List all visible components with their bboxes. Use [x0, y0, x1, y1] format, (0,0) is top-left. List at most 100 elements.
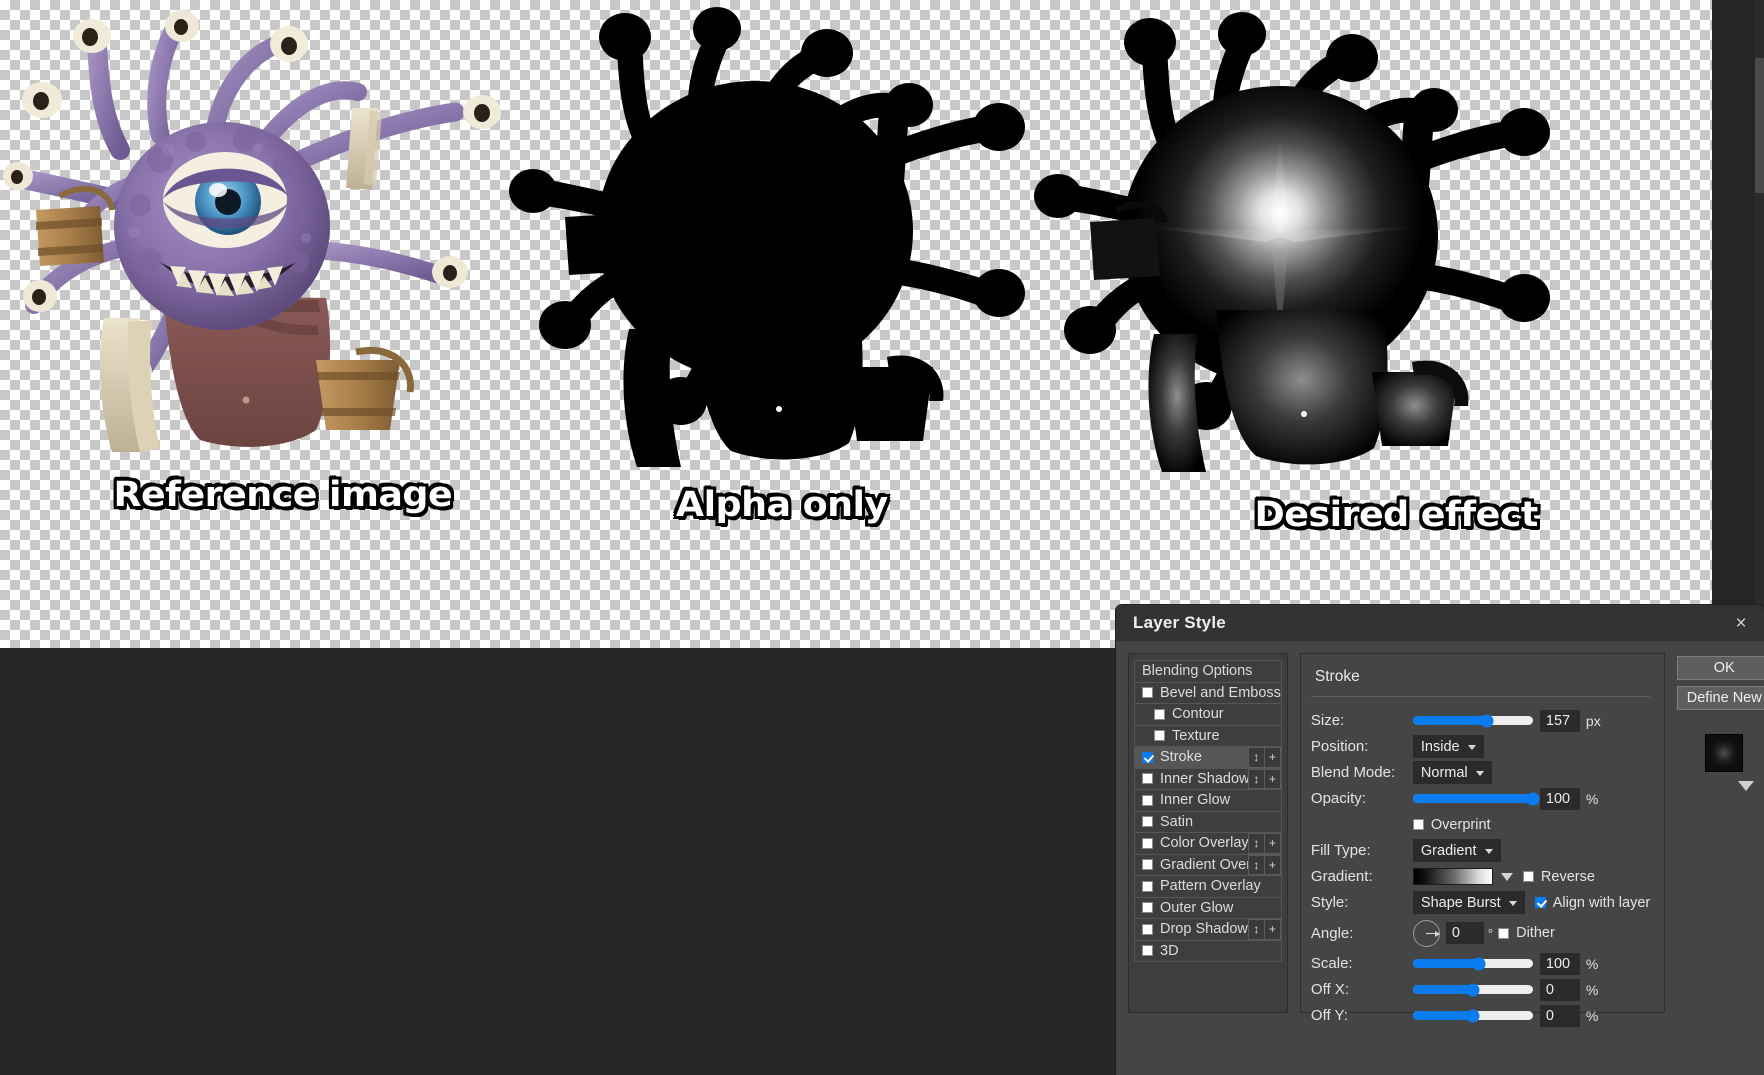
gradient-style-label: Style: [1310, 894, 1349, 911]
effect-checkbox-inner-glow[interactable] [1142, 794, 1153, 806]
effect-checkbox-3d[interactable] [1142, 945, 1153, 957]
align-with-layer-checkbox[interactable]: Align with layer [1534, 894, 1651, 911]
effect-checkbox-contour[interactable] [1154, 708, 1165, 720]
opacity-row: Opacity: 100 % [1311, 786, 1650, 811]
dither-checkbox[interactable]: Dither [1498, 925, 1555, 941]
effect-checkbox-bevel-and-emboss[interactable] [1142, 687, 1153, 699]
size-input[interactable]: 157 [1539, 709, 1580, 732]
figure-alpha-only: Alpha only [505, 5, 1025, 535]
effect-row-buttons: ↕ + [1247, 768, 1281, 789]
fill-type-select[interactable]: Gradient [1412, 839, 1501, 862]
effect-checkbox-inner-shadow[interactable] [1142, 773, 1153, 785]
blend-mode-select[interactable]: Normal [1412, 761, 1492, 784]
canvas-vertical-scrollbar[interactable] [1755, 0, 1764, 648]
effect-row-buttons: ↕ + [1247, 919, 1281, 940]
stroke-settings-panel: Stroke Size: 157 px Position: Inside Ble… [1299, 653, 1666, 1027]
effect-label: Inner Shadow [1160, 770, 1250, 787]
position-row: Position: Inside [1311, 734, 1650, 759]
effect-checkbox-satin[interactable] [1142, 816, 1153, 828]
add-effect-icon[interactable]: + [1263, 919, 1281, 940]
blending-options-header[interactable]: Blending Options [1134, 660, 1282, 683]
effect-row-inner-glow[interactable]: Inner Glow [1134, 789, 1282, 812]
beholder-reference-art [3, 10, 501, 452]
add-effect-icon[interactable]: + [1263, 768, 1281, 789]
overprint-row: Overprint [1311, 812, 1650, 837]
angle-dial[interactable] [1412, 919, 1441, 947]
dialog-titlebar[interactable]: Layer Style × [1116, 605, 1764, 641]
beholder-alpha-silhouette [509, 7, 1025, 467]
opacity-slider[interactable] [1412, 792, 1540, 805]
effect-row-inner-shadow[interactable]: Inner Shadow ↕ + [1134, 767, 1282, 790]
reorder-arrows-icon[interactable]: ↕ [1247, 854, 1265, 875]
gradient-style-row: Style: Shape Burst Align with layer [1311, 890, 1650, 915]
dither-checkbox-box[interactable] [1498, 927, 1510, 939]
effect-row-stroke[interactable]: Stroke ↕ + [1134, 746, 1282, 769]
off-x-label: Off X: [1310, 981, 1349, 998]
document-canvas[interactable]: Reference image Alpha only Desired effec… [0, 0, 1712, 648]
scale-input[interactable]: 100 [1539, 952, 1580, 975]
off-y-slider[interactable] [1412, 1009, 1533, 1022]
reorder-arrows-icon[interactable]: ↕ [1247, 747, 1265, 768]
overprint-checkbox[interactable]: Overprint [1412, 817, 1491, 833]
effect-checkbox-drop-shadow[interactable] [1142, 923, 1153, 935]
effect-label: Stroke [1160, 749, 1202, 766]
off-y-input[interactable]: 0 [1539, 1004, 1580, 1027]
scale-slider[interactable] [1412, 957, 1533, 970]
effect-row-texture[interactable]: Texture [1134, 724, 1282, 747]
effect-checkbox-outer-glow[interactable] [1142, 902, 1153, 914]
reorder-arrows-icon[interactable]: ↕ [1247, 919, 1265, 940]
effect-row-bevel-and-emboss[interactable]: Bevel and Emboss [1134, 681, 1282, 704]
ok-button[interactable]: OK [1677, 656, 1764, 680]
effect-row-3d[interactable]: 3D [1134, 939, 1282, 962]
add-effect-icon[interactable]: + [1263, 833, 1281, 854]
blending-options-label: Blending Options [1142, 663, 1253, 680]
effect-row-drop-shadow[interactable]: Drop Shadow ↕ + [1134, 918, 1282, 941]
reorder-arrows-icon[interactable]: ↕ [1247, 768, 1265, 789]
angle-input[interactable]: 0 [1445, 922, 1484, 944]
layer-style-dialog: Layer Style × Blending Options Bevel and… [1116, 605, 1764, 1075]
opacity-label: Opacity: [1310, 790, 1366, 807]
define-new-button[interactable]: Define New [1677, 686, 1764, 710]
fill-type-label: Fill Type: [1310, 842, 1371, 859]
effect-checkbox-texture[interactable] [1154, 730, 1165, 742]
effect-row-contour[interactable]: Contour [1134, 703, 1282, 726]
effect-row-outer-glow[interactable]: Outer Glow [1134, 896, 1282, 919]
dialog-actions-panel: OK Define New [1677, 653, 1764, 1075]
close-icon[interactable]: × [1728, 610, 1754, 636]
reorder-arrows-icon[interactable]: ↕ [1247, 833, 1265, 854]
canvas-scrollbar-thumb[interactable] [1755, 58, 1764, 193]
align-with-layer-label: Align with layer [1552, 894, 1651, 911]
off-x-input[interactable]: 0 [1539, 978, 1580, 1001]
effect-label: Satin [1160, 813, 1194, 830]
preview-expand-chevron-icon[interactable] [1738, 781, 1755, 791]
effect-row-color-overlay[interactable]: Color Overlay ↕ + [1134, 832, 1282, 855]
overprint-checkbox-box[interactable] [1412, 819, 1424, 830]
add-effect-icon[interactable]: + [1263, 747, 1281, 768]
effect-checkbox-gradient-overlay[interactable] [1142, 859, 1153, 871]
effect-row-buttons: ↕ + [1247, 747, 1281, 768]
gradient-swatch[interactable] [1412, 868, 1493, 885]
blend-mode-row: Blend Mode: Normal [1311, 760, 1650, 785]
chevron-down-icon[interactable] [1500, 872, 1513, 881]
effect-checkbox-pattern-overlay[interactable] [1142, 880, 1153, 892]
position-select[interactable]: Inside [1412, 735, 1484, 758]
effect-row-pattern-overlay[interactable]: Pattern Overlay [1134, 875, 1282, 898]
effect-label: 3D [1160, 942, 1179, 959]
opacity-input[interactable]: 100 [1539, 787, 1580, 810]
effect-row-satin[interactable]: Satin [1134, 810, 1282, 833]
gradient-reverse-checkbox-box[interactable] [1522, 871, 1534, 882]
add-effect-icon[interactable]: + [1263, 854, 1281, 875]
settings-panel-title: Stroke [1310, 664, 1651, 697]
application-window: Reference image Alpha only Desired effec… [0, 0, 1764, 1075]
gradient-reverse-checkbox[interactable]: Reverse [1522, 869, 1595, 885]
off-x-unit: % [1585, 981, 1599, 998]
fill-type-row: Fill Type: Gradient [1311, 838, 1650, 863]
gradient-style-select[interactable]: Shape Burst [1412, 891, 1525, 914]
size-slider[interactable] [1412, 714, 1533, 727]
effect-checkbox-color-overlay[interactable] [1142, 837, 1153, 849]
effect-row-gradient-overlay[interactable]: Gradient Overlay ↕ + [1134, 853, 1282, 876]
size-unit: px [1585, 712, 1601, 729]
effect-checkbox-stroke[interactable] [1142, 751, 1153, 763]
off-x-slider[interactable] [1412, 983, 1533, 996]
align-with-layer-checkbox-box[interactable] [1534, 897, 1546, 908]
